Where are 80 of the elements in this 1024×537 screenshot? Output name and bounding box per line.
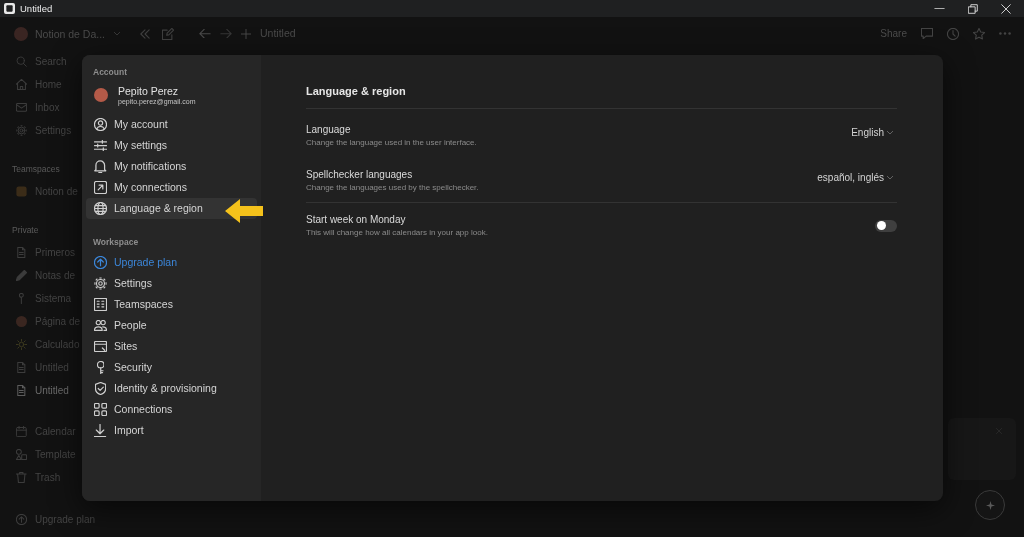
chevron-down-icon	[887, 175, 893, 180]
workspace-avatar-icon	[14, 26, 28, 41]
settings-nav-item[interactable]: Identity & provisioning	[86, 378, 257, 399]
bell-icon	[94, 160, 107, 173]
minimize-icon[interactable]	[934, 7, 945, 10]
setting-label: Start week on Monday	[306, 213, 406, 226]
arrow-right-icon[interactable]	[220, 28, 232, 39]
settings-nav-item[interactable]: My settings	[86, 135, 257, 156]
window-title: Untitled	[20, 2, 53, 15]
pencil-square-icon[interactable]	[162, 27, 174, 40]
settings-nav-item[interactable]: Language & region	[86, 198, 257, 219]
chevron-down-icon	[887, 130, 893, 135]
download-icon	[94, 424, 107, 437]
chevron-down-icon	[114, 31, 121, 36]
help-button[interactable]	[975, 490, 1005, 520]
sidebar-item[interactable]: Untitled	[0, 379, 71, 402]
clock-icon[interactable]	[947, 27, 959, 40]
arrow-icon	[225, 199, 263, 223]
settings-nav-item[interactable]: Sites	[86, 336, 257, 357]
document-icon	[17, 362, 26, 373]
section-heading: Account	[92, 66, 127, 79]
pin-icon	[19, 293, 24, 304]
sparkle-icon	[985, 500, 995, 510]
more-icon[interactable]	[999, 32, 1011, 35]
grid-icon	[94, 403, 107, 416]
gear-icon	[94, 277, 107, 290]
dropdown-button[interactable]: English	[851, 126, 893, 139]
globe-icon	[94, 202, 107, 215]
sliders-icon	[94, 139, 107, 152]
document-icon	[17, 247, 26, 258]
browser-window-icon	[94, 340, 107, 353]
logo-icon	[4, 3, 15, 14]
double-chevron-left-icon[interactable]	[140, 28, 150, 39]
arrow-left-icon[interactable]	[199, 28, 211, 39]
toggle-switch[interactable]	[875, 219, 897, 232]
trash-icon	[16, 472, 27, 483]
gear-icon	[16, 125, 27, 136]
settings-nav-item[interactable]: My notifications	[86, 156, 257, 177]
settings-nav-item[interactable]: People	[86, 315, 257, 336]
settings-nav-item[interactable]: Security	[86, 357, 257, 378]
key-icon	[96, 361, 105, 374]
plus-icon[interactable]	[241, 28, 251, 39]
envelope-icon	[16, 103, 27, 112]
settings-nav-item[interactable]: My connections	[86, 177, 257, 198]
avatar-icon	[94, 88, 108, 102]
settings-nav-item[interactable]: My account	[86, 114, 257, 135]
building-icon	[94, 298, 107, 311]
dropdown-button[interactable]: español, inglés	[817, 171, 893, 184]
section-heading: Workspace	[92, 236, 139, 249]
user-name: Pepito Perez	[118, 84, 180, 97]
setting-description: Change the languages used by the spellchecker.	[306, 182, 479, 193]
tile-icon	[16, 186, 27, 197]
section-heading: Teamspaces	[11, 163, 60, 176]
external-link-icon	[94, 181, 107, 194]
setting-label: Spellchecker languages	[306, 168, 413, 181]
home-icon	[16, 79, 27, 90]
settings-nav-item[interactable]: Upgrade plan	[86, 252, 257, 273]
dot-icon	[16, 316, 27, 327]
settings-nav-item[interactable]: Import	[86, 420, 257, 441]
people-icon	[94, 320, 107, 331]
settings-nav-item[interactable]: Connections	[86, 399, 257, 420]
document-icon	[17, 385, 26, 396]
setting-description: Change the language used in the user interface.	[306, 137, 477, 148]
pencil-icon	[16, 270, 27, 281]
arrow-up-circle-icon	[94, 256, 107, 269]
comment-icon[interactable]	[921, 27, 933, 40]
star-icon[interactable]	[973, 27, 985, 40]
shield-check-icon	[94, 382, 107, 395]
shapes-icon	[16, 449, 27, 460]
section-heading: Private	[11, 224, 39, 237]
settings-nav-item[interactable]: Teamspaces	[86, 294, 257, 315]
search-icon	[16, 56, 27, 67]
setting-label: Language	[306, 123, 351, 136]
restore-icon[interactable]	[968, 3, 978, 14]
page-title: Language & region	[306, 84, 406, 99]
sun-icon	[16, 339, 27, 350]
arrow-up-circle-icon	[16, 514, 27, 525]
settings-nav-item[interactable]: Settings	[86, 273, 257, 294]
calendar-icon	[16, 426, 27, 437]
setting-description: This will change how all calendars in your app look.	[306, 227, 488, 238]
